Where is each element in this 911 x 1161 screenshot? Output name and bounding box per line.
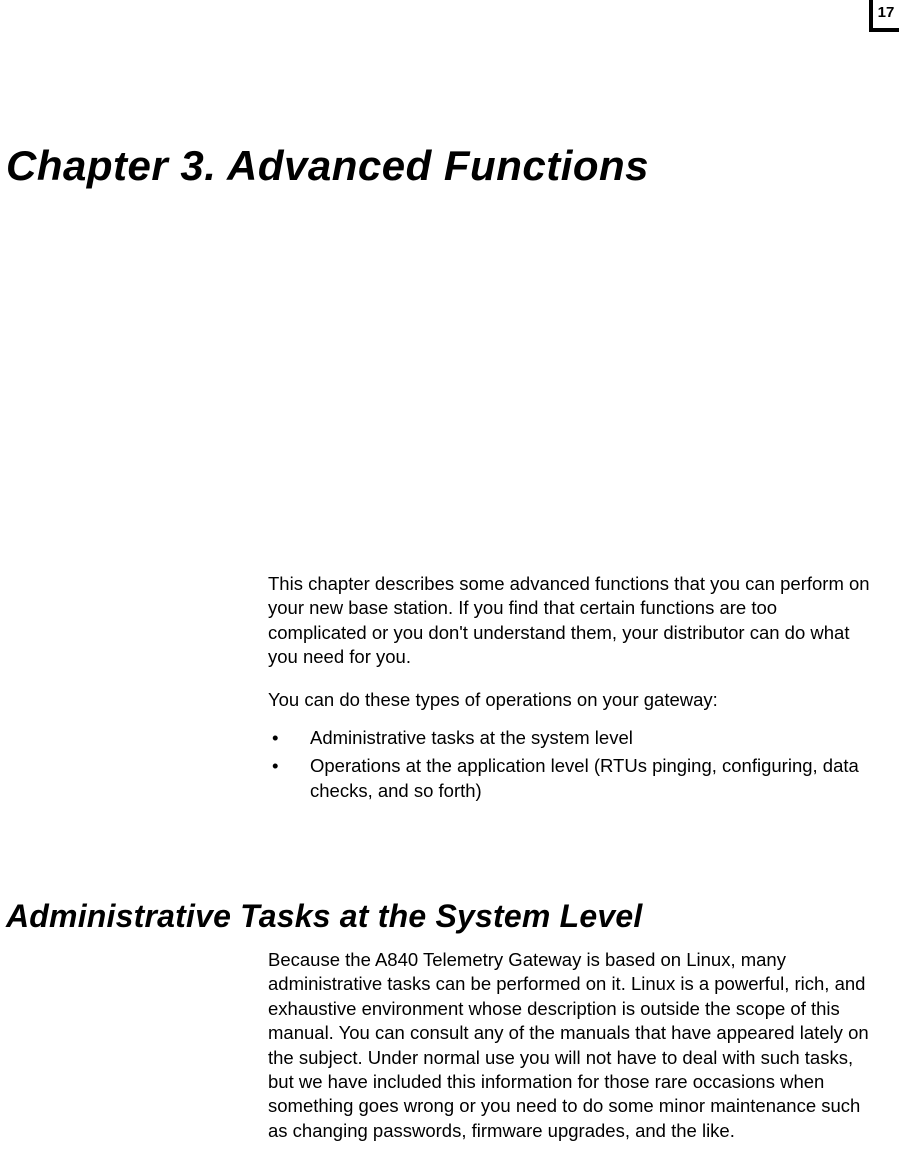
intro-paragraph: This chapter describes some advanced fun… [268,572,872,670]
list-item: Administrative tasks at the system level [268,726,872,750]
section-body: Because the A840 Telemetry Gateway is ba… [268,948,872,1161]
section-paragraph: Because the A840 Telemetry Gateway is ba… [268,948,872,1143]
page-number: 17 [878,4,895,21]
list-item: Operations at the application level (RTU… [268,754,872,803]
operations-intro: You can do these types of operations on … [268,688,872,712]
intro-content: This chapter describes some advanced fun… [268,572,872,807]
chapter-title: Chapter 3. Advanced Functions [6,142,649,190]
page-number-corner: 17 [869,0,899,32]
section-heading: Administrative Tasks at the System Level [6,898,642,935]
operations-list: Administrative tasks at the system level… [268,726,872,803]
